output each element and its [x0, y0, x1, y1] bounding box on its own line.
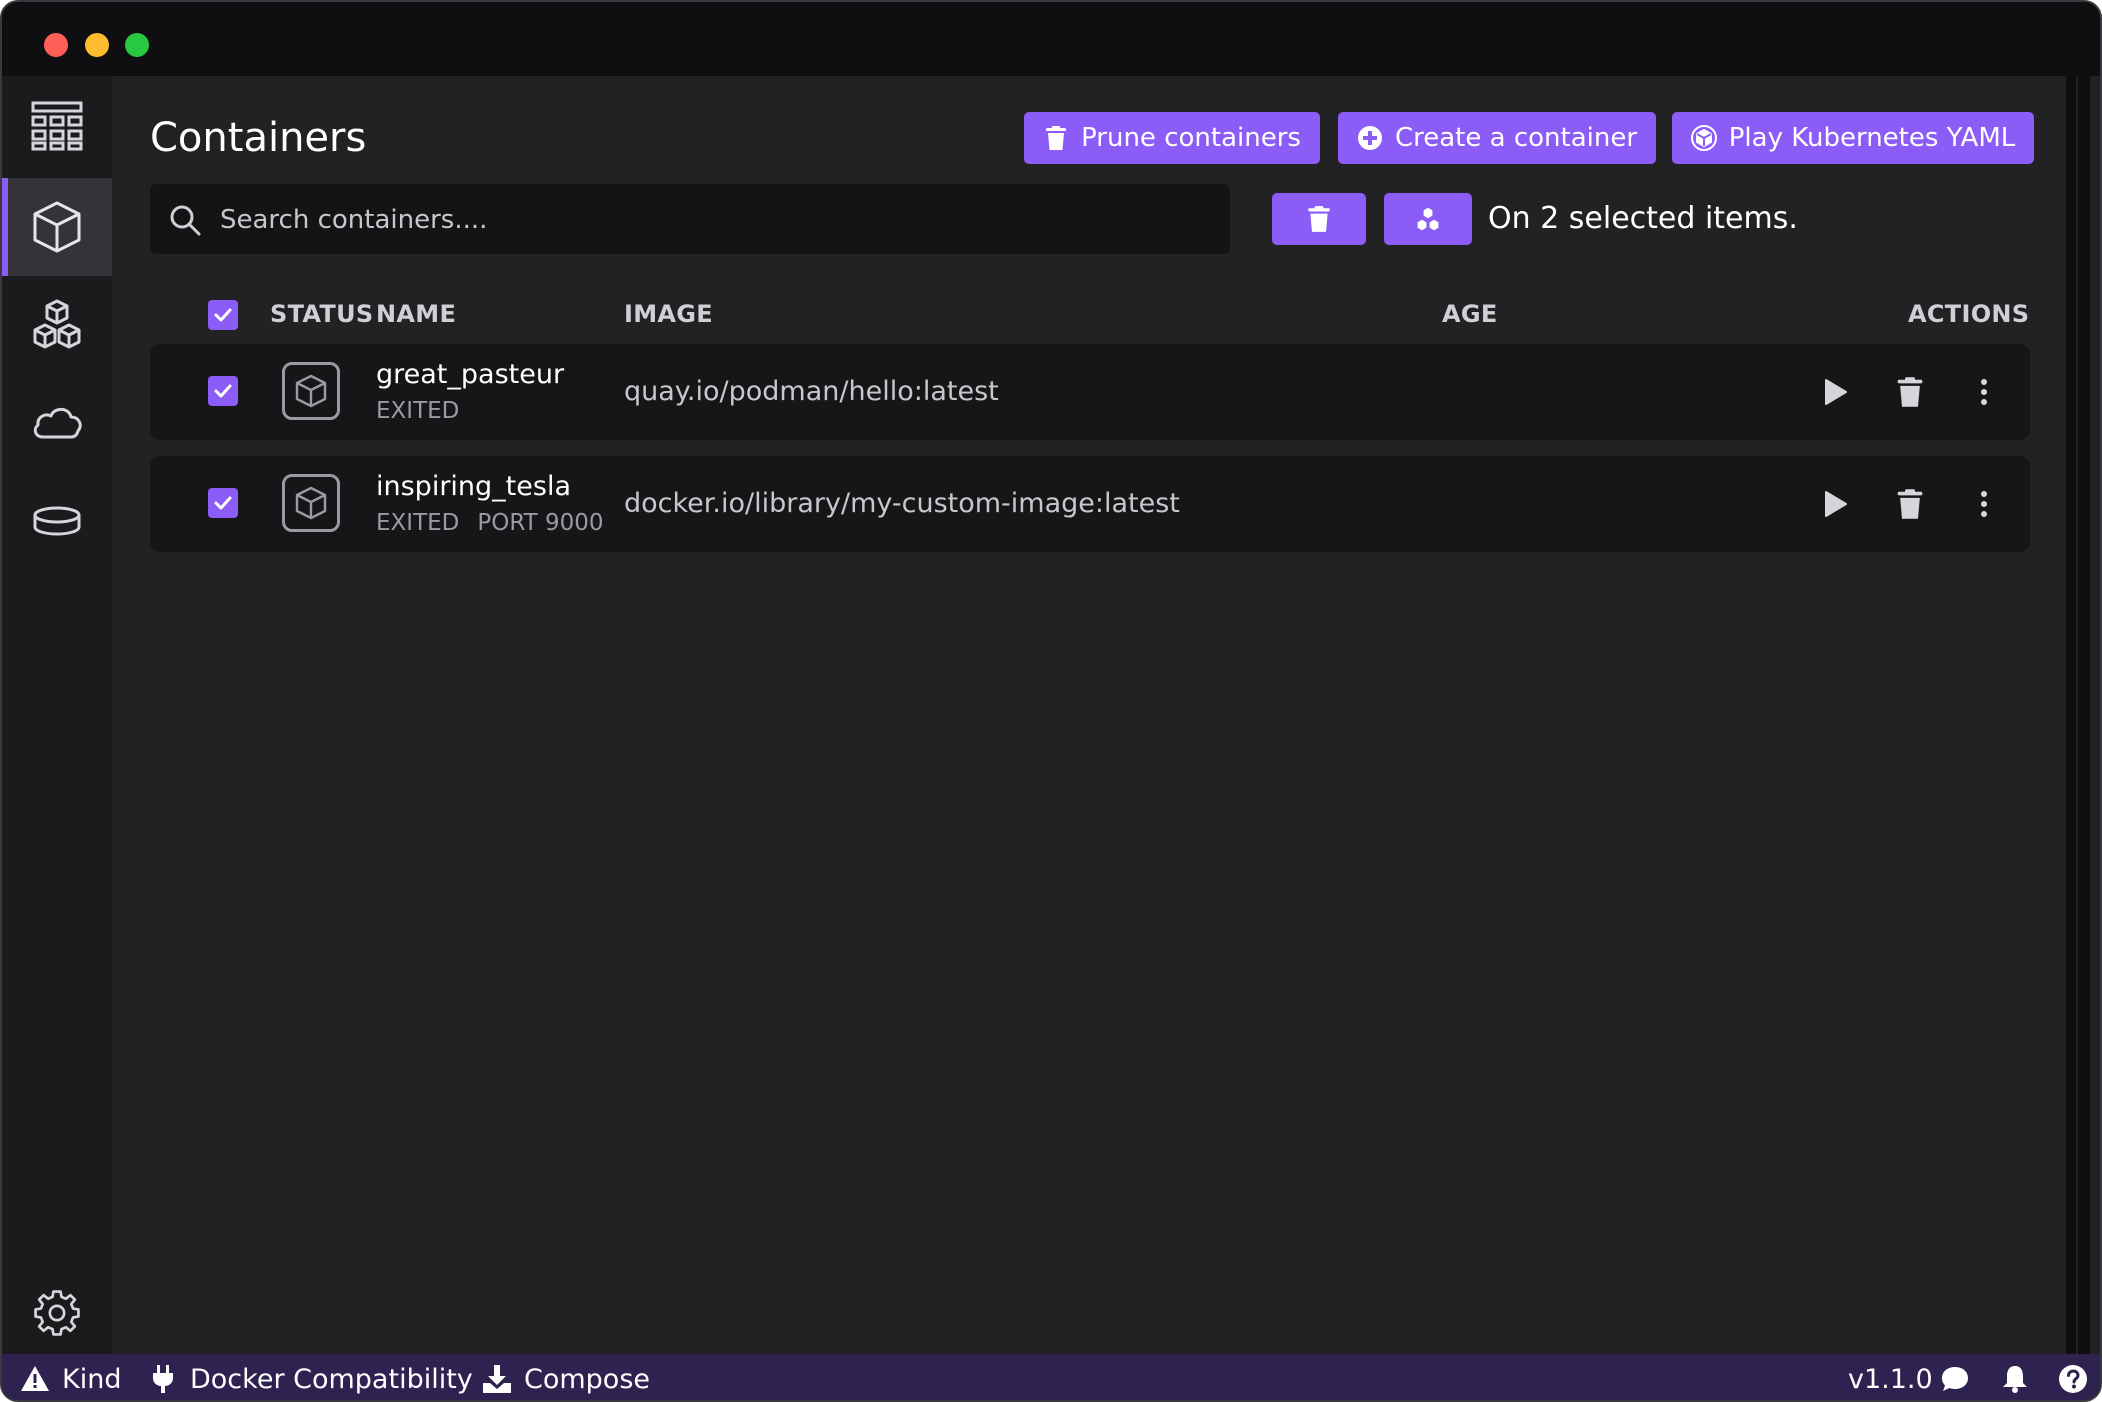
nav-settings[interactable]: [2, 1272, 112, 1354]
help-icon[interactable]: [2058, 1364, 2088, 1394]
play-kubernetes-yaml-label: Play Kubernetes YAML: [1728, 123, 2016, 153]
status-compose[interactable]: Compose: [482, 1354, 651, 1400]
bell-icon[interactable]: [2000, 1364, 2030, 1394]
check-icon: [214, 384, 232, 398]
kube-cube-icon: [1690, 125, 1717, 151]
container-status-text: EXITED PORT 9000: [376, 508, 604, 538]
gear-icon: [34, 1290, 80, 1336]
container-image: quay.io/podman/hello:latest: [624, 376, 999, 407]
trash-icon: [1046, 126, 1067, 150]
start-container-button[interactable]: [1812, 482, 1856, 526]
kebab-menu-icon[interactable]: [1962, 482, 2006, 526]
status-bar: Kind Docker Compatibility Compose v1.1.0: [2, 1354, 2100, 1400]
plus-circle-icon: [1357, 126, 1382, 150]
more-vertical-icon: [1981, 491, 1987, 517]
title-bar: [2, 2, 2100, 76]
play-icon: [1825, 379, 1847, 405]
cube-icon: [295, 374, 327, 408]
start-container-button[interactable]: [1812, 370, 1856, 414]
create-container-button[interactable]: Create a container: [1338, 112, 1656, 164]
nav-volumes[interactable]: [2, 472, 112, 570]
column-header-actions: ACTIONS: [1908, 300, 2030, 328]
bulk-delete-button[interactable]: [1272, 193, 1366, 245]
row-checkbox[interactable]: [208, 488, 238, 518]
container-state: EXITED: [376, 398, 460, 424]
search-box: [150, 184, 1230, 256]
nav-containers[interactable]: [2, 178, 112, 276]
trash-icon: [1897, 489, 1923, 519]
check-icon: [214, 308, 232, 322]
bulk-create-pod-button[interactable]: [1384, 193, 1472, 245]
warning-icon: [21, 1366, 49, 1391]
dashboard-icon: [31, 101, 83, 151]
scrollbar-thumb[interactable]: [2078, 76, 2090, 1354]
maximize-window-button[interactable]: [125, 33, 149, 57]
status-docker-compatibility-label: Docker Compatibility: [190, 1363, 473, 1395]
play-kubernetes-yaml-button[interactable]: Play Kubernetes YAML: [1672, 112, 2034, 164]
main-content: [112, 76, 2066, 1354]
container-status-text: EXITED: [376, 396, 459, 426]
database-icon: [33, 506, 81, 536]
container-name[interactable]: great_pasteur: [376, 358, 564, 392]
minimize-window-button[interactable]: [85, 33, 109, 57]
prune-containers-button[interactable]: Prune containers: [1024, 112, 1320, 164]
search-icon: [170, 205, 201, 236]
prune-containers-label: Prune containers: [1081, 123, 1301, 153]
container-status-icon: [282, 362, 340, 420]
page-title: Containers: [150, 115, 367, 161]
kebab-menu-icon[interactable]: [1962, 370, 2006, 414]
search-input[interactable]: [218, 184, 1212, 256]
row-checkbox[interactable]: [208, 376, 238, 406]
close-window-button[interactable]: [44, 33, 68, 57]
container-state: EXITED: [376, 510, 460, 536]
table-row[interactable]: inspiring_tesla EXITED PORT 9000 docker.i…: [150, 456, 2030, 552]
container-name[interactable]: inspiring_tesla: [376, 470, 571, 504]
trash-icon: [1897, 377, 1923, 407]
container-port[interactable]: PORT 9000: [477, 510, 603, 536]
delete-container-button[interactable]: [1888, 482, 1932, 526]
download-icon: [483, 1365, 511, 1393]
check-icon: [214, 496, 232, 510]
app-window: Containers Prune containers Create a con…: [0, 0, 2102, 1402]
more-vertical-icon: [1981, 379, 1987, 405]
status-compose-label: Compose: [524, 1363, 651, 1395]
version-label[interactable]: v1.1.0: [1848, 1354, 1933, 1400]
play-icon: [1825, 491, 1847, 517]
select-all-checkbox[interactable]: [208, 300, 238, 330]
sidebar: [2, 76, 112, 1354]
plug-icon: [153, 1365, 173, 1393]
cube-icon: [33, 201, 81, 253]
container-image: docker.io/library/my-custom-image:latest: [624, 488, 1180, 519]
status-kind-label: Kind: [62, 1363, 122, 1395]
nav-pods[interactable]: [2, 276, 112, 374]
cubes-icon: [1416, 206, 1440, 232]
bulk-selection-label: On 2 selected items.: [1488, 201, 1798, 236]
cubes-icon: [33, 299, 81, 349]
version-text: v1.1.0: [1848, 1363, 1933, 1395]
table-row[interactable]: great_pasteur EXITED quay.io/podman/hell…: [150, 344, 2030, 440]
chat-icon[interactable]: [1940, 1364, 1970, 1394]
delete-container-button[interactable]: [1888, 370, 1932, 414]
column-header-image[interactable]: IMAGE: [624, 298, 713, 330]
column-header-status[interactable]: STATUS: [270, 298, 373, 330]
status-docker-compatibility[interactable]: Docker Compatibility: [148, 1354, 473, 1400]
nav-images[interactable]: [2, 374, 112, 472]
column-header-name[interactable]: NAME: [376, 298, 456, 330]
cloud-icon: [33, 407, 82, 439]
status-kind[interactable]: Kind: [20, 1354, 122, 1400]
column-header-age[interactable]: AGE: [1442, 298, 1498, 330]
cube-icon: [295, 486, 327, 520]
trash-icon: [1308, 206, 1330, 232]
container-status-icon: [282, 474, 340, 532]
create-container-label: Create a container: [1394, 123, 1638, 153]
nav-dashboard[interactable]: [2, 76, 112, 174]
